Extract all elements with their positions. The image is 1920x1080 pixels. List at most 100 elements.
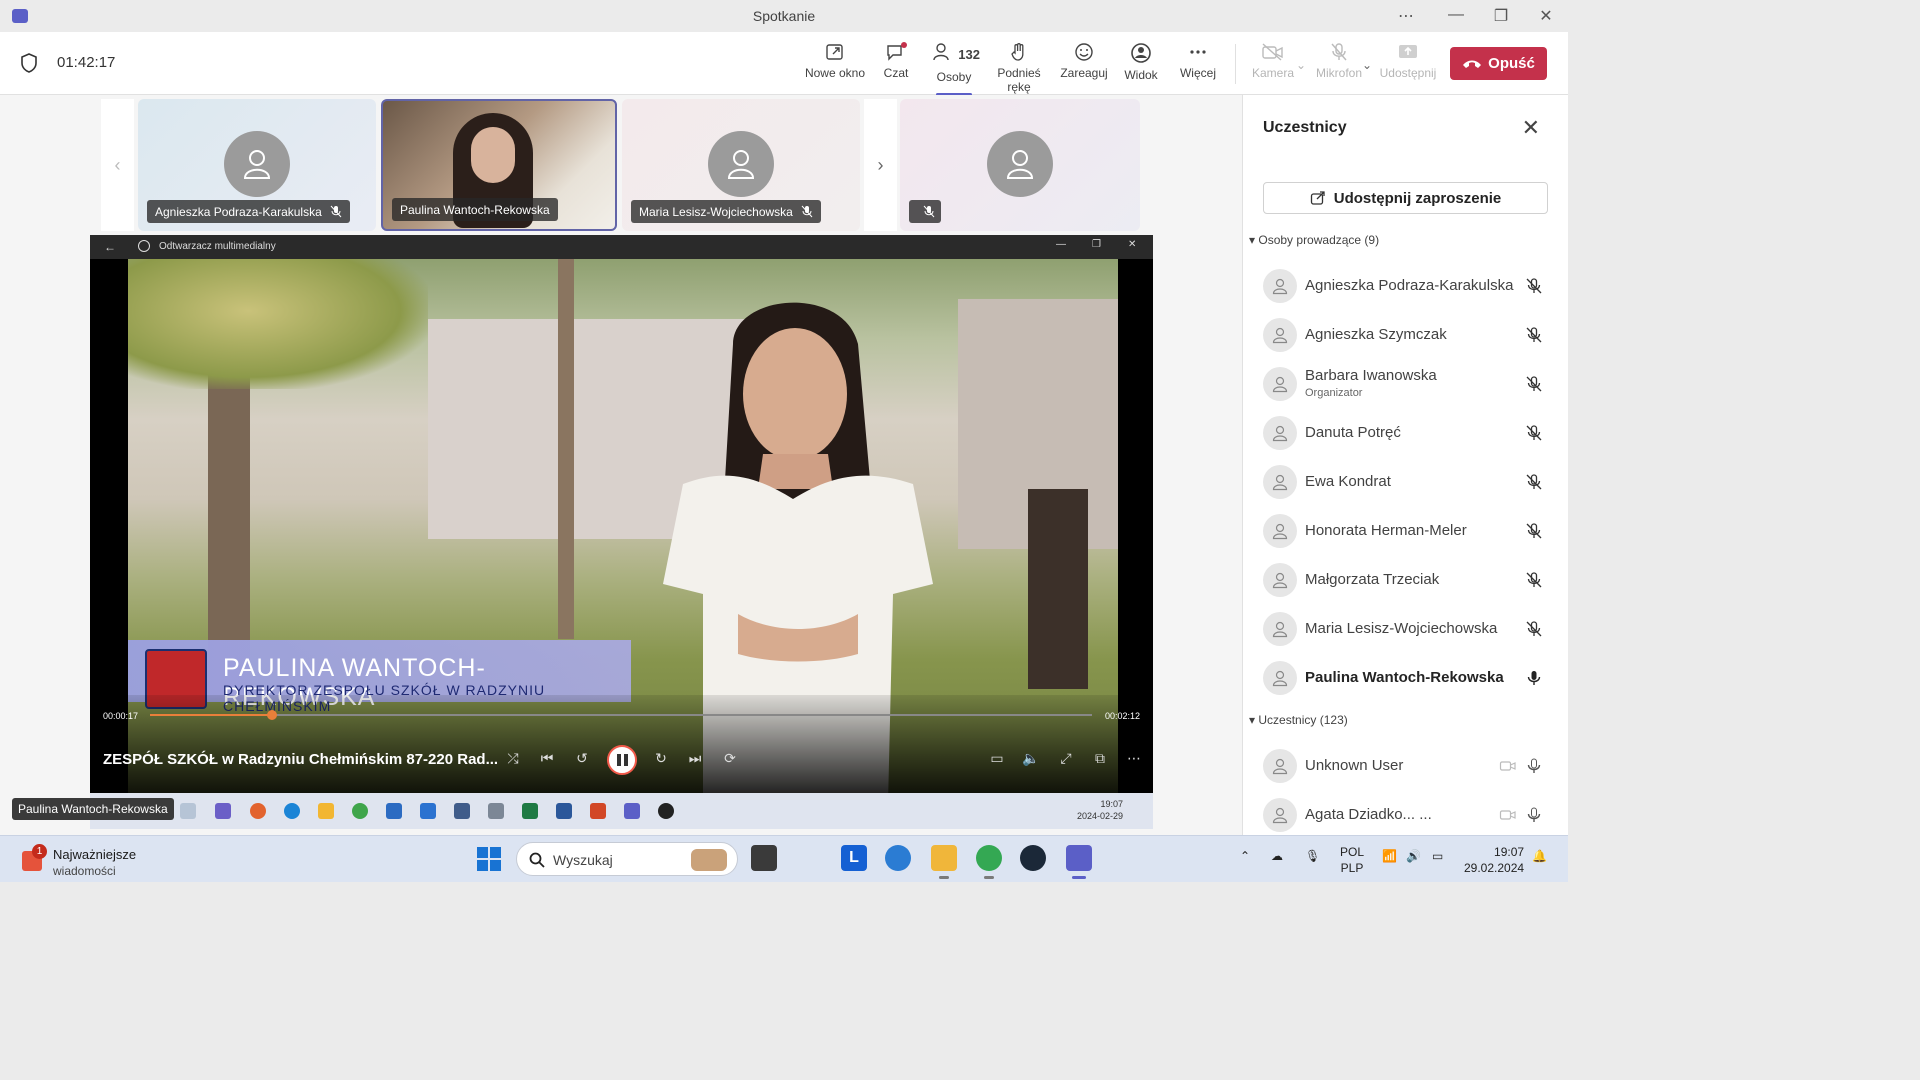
participant-row[interactable]: Małgorzata Trzeciak	[1263, 560, 1553, 600]
windows-start-icon[interactable]	[477, 847, 501, 871]
presenters-section-header[interactable]: ▾ Osoby prowadzące (9)	[1249, 233, 1379, 247]
close-panel-icon[interactable]: ✕	[1522, 115, 1540, 141]
mic-options-chevron-icon[interactable]: ⌄	[1360, 58, 1374, 72]
chat-button[interactable]: Czat	[876, 42, 916, 80]
language-code: POL	[1340, 845, 1365, 859]
shuffle-icon[interactable]: ⤮	[502, 750, 524, 767]
mini-player-icon[interactable]: ⧉	[1089, 750, 1111, 767]
more-options-icon[interactable]: ⋯	[1391, 6, 1421, 26]
new-window-button[interactable]: Nowe okno	[804, 42, 866, 80]
seek-handle[interactable]	[267, 710, 278, 720]
meeting-timer: 01:42:17	[57, 54, 116, 71]
app-l-icon[interactable]: L	[841, 845, 867, 871]
minimize-button[interactable]: —	[1441, 6, 1471, 24]
player-close-icon[interactable]: ✕	[1128, 239, 1136, 250]
player-title-bar: ← Odtwarzacz multimedialny — ❐ ✕	[90, 235, 1153, 259]
hand-icon	[1011, 43, 1024, 61]
tiles-prev-button[interactable]: ‹	[101, 99, 134, 231]
tiles-next-button[interactable]: ›	[864, 99, 897, 231]
participant-row[interactable]: Agata Dziadko... ...	[1263, 795, 1553, 835]
seek-bar[interactable]	[150, 710, 1092, 720]
chevron-left-icon: ‹	[114, 154, 121, 175]
pause-button[interactable]	[607, 745, 637, 775]
chat-label: Czat	[883, 66, 909, 80]
avatar	[708, 131, 774, 197]
chat-icon	[887, 42, 907, 61]
participant-tile-active-speaker[interactable]: Paulina Wantoch-Rekowska	[381, 99, 617, 231]
notifications-bell-icon[interactable]: 🔔	[1532, 848, 1547, 864]
participant-avatar-icon	[1263, 416, 1297, 450]
participant-row[interactable]: Ewa Kondrat	[1263, 462, 1553, 502]
react-label: Zareaguj	[1060, 66, 1108, 80]
participant-row[interactable]: Barbara Iwanowska Organizator	[1263, 364, 1553, 404]
calendar-icon	[488, 803, 504, 819]
participant-row[interactable]: Paulina Wantoch-Rekowska	[1263, 658, 1553, 698]
tray-chevron-up-icon[interactable]: ⌃	[1240, 848, 1250, 864]
camera-off-icon	[1262, 43, 1283, 61]
firefox-icon	[250, 803, 266, 819]
leave-button[interactable]: Opuść	[1450, 47, 1547, 80]
volume-icon[interactable]: 🔊	[1406, 848, 1421, 864]
teams-taskbar-icon[interactable]	[1066, 845, 1092, 879]
microphone-button[interactable]: Mikrofon	[1312, 42, 1366, 80]
restore-button[interactable]: ❐	[1486, 6, 1516, 26]
person-icon	[243, 150, 271, 179]
shared-media-player[interactable]: ← Odtwarzacz multimedialny — ❐ ✕ PAULINA…	[90, 235, 1153, 793]
camera-options-chevron-icon[interactable]: ⌄	[1294, 58, 1308, 72]
volume-mute-icon[interactable]: 🔈	[1020, 750, 1042, 767]
raise-hand-button[interactable]: Podnieś rękę	[986, 42, 1052, 94]
participant-row-name: Agnieszka Szymczak	[1305, 326, 1447, 343]
participant-row-role: Organizator	[1305, 387, 1363, 399]
attendees-section-header[interactable]: ▾ Uczestnicy (123)	[1249, 713, 1348, 727]
close-window-button[interactable]: ✕	[1531, 6, 1561, 26]
chevron-down-icon: ▾	[1249, 233, 1256, 247]
participant-tile[interactable]: Agnieszka Podraza-Karakulska	[138, 99, 376, 231]
participant-avatar-icon	[1263, 612, 1297, 646]
taskbar-search[interactable]: Wyszukaj	[516, 842, 738, 876]
presenters-section-label: Osoby prowadzące (9)	[1258, 233, 1380, 247]
input-language[interactable]: POL PLP	[1340, 844, 1364, 876]
fullscreen-icon[interactable]: ⤢	[1055, 750, 1077, 767]
steam-icon[interactable]	[1020, 845, 1046, 871]
participant-row[interactable]: Agnieszka Podraza-Karakulska	[1263, 266, 1553, 306]
wifi-icon[interactable]: 📶	[1382, 848, 1397, 864]
task-view-icon[interactable]	[751, 845, 777, 871]
participant-row[interactable]: Maria Lesisz-Wojciechowska	[1263, 609, 1553, 649]
back-arrow-icon[interactable]: ←	[104, 240, 116, 254]
more-button[interactable]: Więcej	[1176, 42, 1220, 80]
subtitles-icon[interactable]: ▭	[986, 750, 1008, 767]
participant-row[interactable]: Unknown User	[1263, 746, 1553, 786]
repeat-off-icon[interactable]: ⟳	[719, 750, 741, 767]
participant-row-name: Honorata Herman-Meler	[1305, 522, 1467, 539]
participant-row[interactable]: Danuta Potręć	[1263, 413, 1553, 453]
previous-track-icon[interactable]: ⏮	[536, 750, 558, 767]
camera-button[interactable]: Kamera	[1250, 42, 1296, 80]
participant-row[interactable]: Agnieszka Szymczak	[1263, 315, 1553, 355]
share-invite-button[interactable]: Udostępnij zaproszenie	[1263, 182, 1548, 214]
raise-hand-label: Podnieś rękę	[997, 66, 1041, 94]
people-button[interactable]: 132 Osoby	[928, 42, 980, 96]
view-button[interactable]: Widok	[1120, 42, 1162, 82]
teams-icon	[624, 803, 640, 819]
player-minimize-icon[interactable]: —	[1056, 239, 1066, 250]
player-more-icon[interactable]: ⋯	[1123, 750, 1145, 767]
avatar	[224, 131, 290, 197]
file-explorer-icon[interactable]	[931, 845, 957, 879]
mic-tray-icon[interactable]: 🎙	[1305, 848, 1320, 864]
battery-icon[interactable]: ▭	[1432, 848, 1443, 864]
system-clock[interactable]: 19:07 29.02.2024	[1464, 844, 1524, 876]
share-button[interactable]: Udostępnij	[1378, 42, 1438, 80]
onedrive-icon[interactable]: ☁	[1271, 848, 1283, 864]
participant-row[interactable]: Honorata Herman-Meler	[1263, 511, 1553, 551]
participant-tile[interactable]	[900, 99, 1140, 231]
chrome-icon[interactable]	[976, 845, 1002, 879]
next-track-icon[interactable]: ⏭	[684, 750, 706, 767]
react-button[interactable]: Zareaguj	[1060, 42, 1108, 80]
participant-tile[interactable]: Maria Lesisz-Wojciechowska	[622, 99, 860, 231]
forward-30-icon[interactable]: ↻	[650, 750, 672, 767]
more-dots-icon	[1190, 50, 1206, 54]
news-widget[interactable]: 1 Najważniejsze wiadomości	[20, 842, 160, 878]
player-restore-icon[interactable]: ❐	[1092, 239, 1101, 250]
rewind-10-icon[interactable]: ↺	[571, 750, 593, 767]
network-app-icon[interactable]	[885, 845, 911, 871]
